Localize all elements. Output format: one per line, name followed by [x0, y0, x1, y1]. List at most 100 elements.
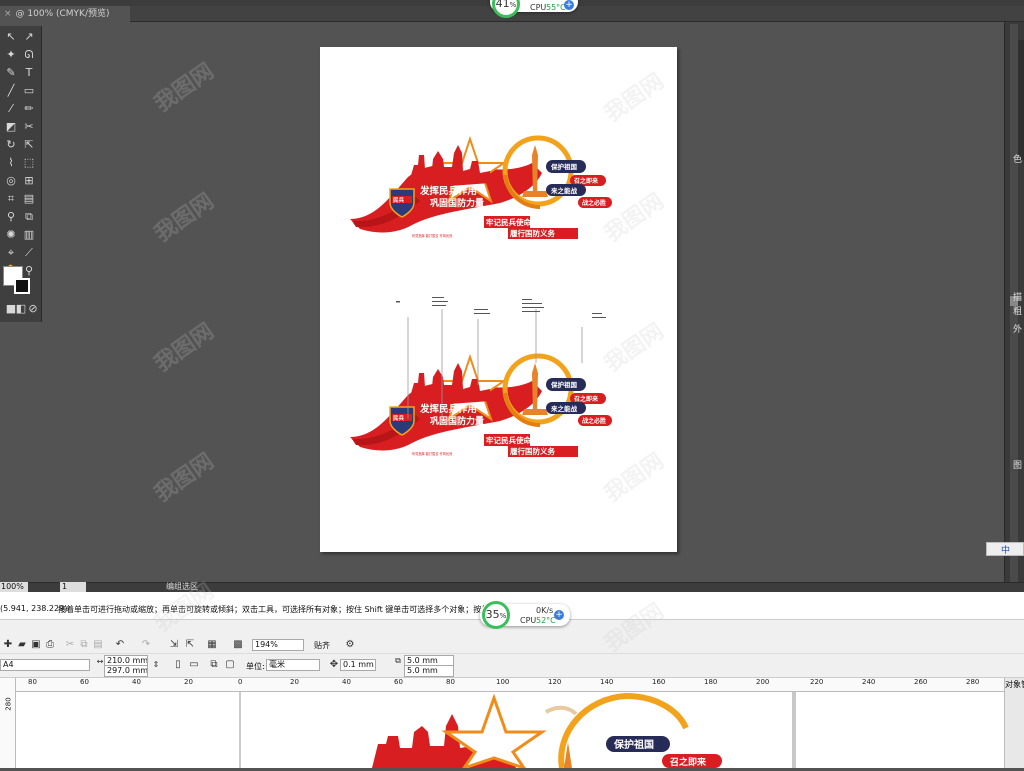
import-icon[interactable]: ⇲ [168, 639, 180, 651]
symbol-sprayer-icon[interactable]: ✺ [4, 228, 18, 242]
undo-icon[interactable]: ↶ [114, 639, 126, 651]
mesh-tool-icon[interactable]: ⌗ [4, 192, 18, 206]
standard-toolbar: ✚ ▰ ▣ ⎙ ✂ ⧉ ▤ ↶ ↷ ⇲ ⇱ ▦ ▩ 194% 贴齐 ⚙ [0, 636, 1024, 654]
copy-icon[interactable]: ⧉ [78, 639, 90, 651]
landscape-icon[interactable]: ▭ [188, 659, 200, 671]
ruler-tick-label: 80 [446, 678, 455, 686]
cpu-unit: % [509, 1, 517, 9]
eyedropper-icon[interactable]: ⚲ [4, 210, 18, 224]
window-gap [0, 592, 1024, 602]
headline-1-lower: 发挥民兵作用 [419, 403, 477, 415]
new-doc-icon[interactable]: ✚ [2, 639, 14, 651]
ime-toolbar[interactable]: 中 [986, 542, 1024, 556]
rotate-tool-icon[interactable]: ↻ [4, 138, 18, 152]
panel-label-color[interactable]: 色 [1013, 152, 1022, 165]
current-page-icon[interactable]: ▢ [224, 659, 236, 671]
panel-label-appearance[interactable]: 外 [1013, 322, 1022, 335]
slice-tool-icon[interactable]: ⟋ [22, 246, 36, 260]
illustrator-window: × @ 100% (CMYK/预览) ↖ ↗ ✦ ᘏ ✎ T ╱ ▭ ⁄ ✏ ◩ … [0, 0, 1024, 592]
options-gear-icon[interactable]: ⚙ [344, 639, 356, 651]
nudge-field[interactable]: 0.1 mm [340, 659, 376, 671]
status-bar [0, 582, 1024, 592]
ruler-tick-label: 60 [394, 678, 403, 686]
coreldraw-canvas[interactable]: 保护祖国 召之即来 [16, 692, 1004, 771]
page-height-field[interactable]: 297.0 mm [104, 665, 148, 677]
pill-2-upper: 召之即来 [574, 177, 599, 185]
direct-selection-tool-icon[interactable]: ↗ [22, 30, 36, 44]
export-icon[interactable]: ⇱ [184, 639, 196, 651]
none-mode-icon[interactable]: ⊘ [26, 302, 40, 316]
net-speed: 0K/s [536, 606, 554, 615]
headline-1-upper: 发挥民兵作用 [419, 185, 477, 197]
cpu-temp: 52°C [536, 616, 556, 625]
app-launcher-icon[interactable]: ▩ [232, 639, 244, 651]
subtitle-1-upper: 牢记民兵使命 [486, 217, 531, 227]
cpu-percent: 35 [485, 608, 500, 621]
artboard-number-field[interactable]: 1 [60, 582, 86, 592]
spinner-icon[interactable]: ⇕ [150, 659, 162, 671]
document-tab[interactable]: × @ 100% (CMYK/预览) [0, 6, 130, 22]
subtitle-1-lower: 牢记民兵使命 [486, 435, 531, 445]
canvas-artwork: 保护祖国 召之即来 [239, 692, 722, 771]
save-icon[interactable]: ▣ [30, 639, 42, 651]
portrait-icon[interactable]: ▯ [172, 659, 184, 671]
duplicate-y-field[interactable]: 5.0 mm [404, 665, 454, 677]
paintbrush-icon[interactable]: ⁄ [4, 102, 18, 116]
publish-pdf-icon[interactable]: ▦ [206, 639, 218, 651]
zoom-field[interactable]: 100% [0, 582, 28, 592]
pen-tool-icon[interactable]: ✎ [4, 66, 18, 80]
cpu-widget-bottom[interactable]: 35% 0K/s CPU 52°C + [480, 601, 570, 629]
zoom-level-select[interactable]: 194% [252, 639, 304, 651]
object-manager-tab[interactable]: 对象管 [1005, 679, 1024, 690]
graph-tool-icon[interactable]: ▥ [22, 228, 36, 242]
badge-upper: 民兵 [393, 196, 405, 204]
pencil-icon[interactable]: ✏ [22, 102, 36, 116]
type-tool-icon[interactable]: T [22, 66, 36, 80]
panel-label-layers[interactable]: 图 [1013, 458, 1022, 471]
panel-label-weight[interactable]: 粗 [1013, 304, 1022, 317]
zoom-tool-icon[interactable]: ⚲ [22, 264, 36, 278]
selection-tool-icon[interactable]: ↖ [4, 30, 18, 44]
status-text: 编组选区 [166, 582, 198, 591]
pill-3-upper: 来之能战 [550, 186, 578, 195]
paper-size-select[interactable]: A4 [0, 659, 90, 671]
magic-wand-icon[interactable]: ✦ [4, 48, 18, 62]
eraser-icon[interactable]: ◩ [4, 120, 18, 134]
ruler-tick-label: 240 [862, 678, 876, 686]
cut-icon[interactable]: ✂ [64, 639, 76, 651]
artboard-tool-icon[interactable]: ⌖ [4, 246, 18, 260]
gradient-tool-icon[interactable]: ▤ [22, 192, 36, 206]
hint-text: 接着单击可进行拖动或缩放；再单击可旋转或倾斜；双击工具，可选择所有对象；按住 S… [58, 605, 537, 614]
stroke-swatch[interactable] [14, 278, 30, 294]
print-icon[interactable]: ⎙ [44, 639, 56, 651]
scale-tool-icon[interactable]: ⇱ [22, 138, 36, 152]
free-transform-icon[interactable]: ⬚ [22, 156, 36, 170]
ruler-tick-label: 180 [704, 678, 718, 686]
lasso-icon[interactable]: ᘏ [22, 48, 36, 62]
shape-builder-icon[interactable]: ◎ [4, 174, 18, 188]
open-icon[interactable]: ▰ [16, 639, 28, 651]
scissors-icon[interactable]: ✂ [22, 120, 36, 134]
units-label: 单位: [246, 662, 265, 671]
warp-tool-icon[interactable]: ⌇ [4, 156, 18, 170]
units-select[interactable]: 毫米 [266, 659, 320, 671]
paste-icon[interactable]: ▤ [92, 639, 104, 651]
redo-icon[interactable]: ↷ [140, 639, 152, 651]
canvas-pill-2: 召之即来 [670, 756, 707, 768]
line-tool-icon[interactable]: ╱ [4, 84, 18, 98]
ruler-tick-label: 120 [548, 678, 562, 686]
ruler-tick-label: 20 [290, 678, 299, 686]
rectangle-tool-icon[interactable]: ▭ [22, 84, 36, 98]
close-icon[interactable]: × [4, 9, 12, 19]
ruler-tick-label: 220 [810, 678, 824, 686]
property-bar: A4 ↔ 210.0 mm 297.0 mm ⇕ ▯ ▭ ⧉ ▢ 单位: 毫米 … [0, 654, 1024, 678]
blend-tool-icon[interactable]: ⧉ [22, 210, 36, 224]
panel-label-stroke[interactable]: 描 [1013, 290, 1022, 303]
plus-icon[interactable]: + [564, 0, 574, 10]
cpu-widget-top[interactable]: 41% CPU 55°C + [490, 0, 578, 18]
all-pages-icon[interactable]: ⧉ [208, 659, 220, 671]
ruler-tick-label: 40 [342, 678, 351, 686]
snap-to-menu[interactable]: 贴齐 [314, 640, 330, 651]
perspective-grid-icon[interactable]: ⊞ [22, 174, 36, 188]
plus-icon[interactable]: + [554, 610, 564, 620]
